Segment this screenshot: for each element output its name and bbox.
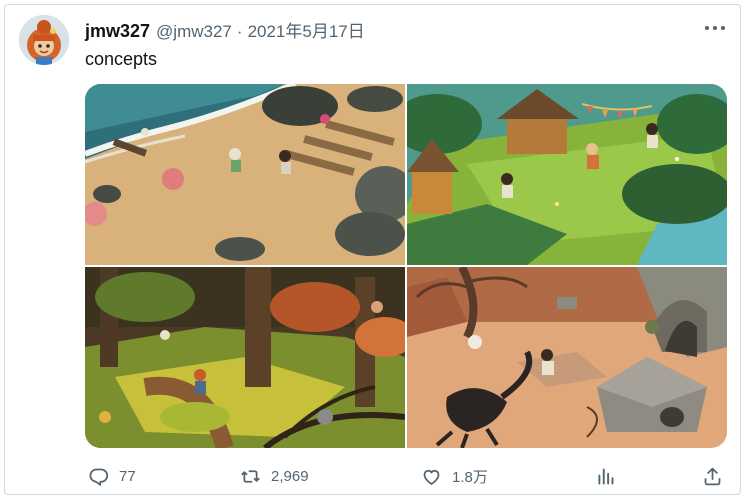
media-grid (85, 84, 727, 448)
retweet-icon (241, 469, 260, 483)
more-options-icon[interactable] (702, 17, 728, 39)
tweet-header: jmw327 @jmw327 · 2021年5月17日 (85, 17, 365, 42)
reply-icon (89, 468, 109, 486)
like-button[interactable]: 1.8万 (421, 463, 488, 489)
media-image-desert-ruins[interactable] (407, 267, 727, 448)
display-name[interactable]: jmw327 (85, 21, 150, 42)
media-image-autumn-forest[interactable] (85, 267, 405, 448)
user-handle[interactable]: @jmw327 (156, 22, 232, 42)
avatar[interactable] (19, 15, 69, 65)
reply-count: 77 (119, 467, 136, 485)
separator-dot: · (236, 22, 243, 41)
views-button[interactable] (595, 463, 616, 489)
media-image-village[interactable] (407, 84, 727, 265)
like-count: 1.8万 (452, 468, 488, 486)
retweet-count: 2,969 (271, 467, 309, 485)
media-image-beach[interactable] (85, 84, 405, 265)
share-button[interactable] (702, 463, 723, 489)
tweet-date[interactable]: 2021年5月17日 (248, 17, 365, 42)
reply-button[interactable]: 77 (88, 463, 136, 489)
tweet-text: concepts (85, 49, 158, 69)
heart-icon (423, 469, 440, 485)
analytics-icon (598, 468, 614, 484)
action-bar: 77 2,969 1.8万 (85, 463, 725, 489)
tweet-card[interactable]: jmw327 @jmw327 · 2021年5月17日 concepts 77 … (4, 4, 741, 495)
retweet-button[interactable]: 2,969 (240, 463, 309, 489)
share-icon (704, 467, 721, 485)
